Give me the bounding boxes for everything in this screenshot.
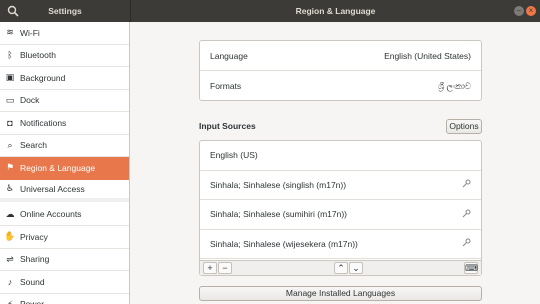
sidebar-item-label: Notifications <box>20 117 67 128</box>
sidebar-item-universal-access[interactable]: ♿ Universal Access <box>0 180 129 202</box>
add-source-button[interactable]: + <box>203 262 217 274</box>
title-bar: Settings Region & Language – × <box>0 0 540 22</box>
power-icon: ⚡ <box>6 298 14 304</box>
sidebar-item-search[interactable]: ⌕ Search <box>0 135 129 157</box>
sidebar-item-label: Sharing <box>20 254 50 265</box>
minimize-button[interactable]: – <box>514 6 524 16</box>
input-source-row[interactable]: English (US) <box>200 141 481 171</box>
privacy-icon: ✋ <box>4 231 16 242</box>
sidebar-item-sharing[interactable]: ⇌ Sharing <box>0 249 129 271</box>
region-icon: ⚑ <box>5 162 15 173</box>
sidebar-item-label: Dock <box>20 95 40 106</box>
sidebar-item-label: Online Accounts <box>20 209 82 220</box>
language-label: Language <box>210 50 248 61</box>
sidebar-item-wifi[interactable]: ≋ Wi-Fi <box>0 22 129 45</box>
background-icon: ▣ <box>5 72 15 83</box>
input-source-name: English (US) <box>210 150 258 161</box>
sidebar-item-label: Background <box>20 72 66 83</box>
wifi-icon: ≋ <box>6 27 14 38</box>
sidebar-item-label: Power <box>20 299 44 304</box>
close-icon: × <box>528 6 534 15</box>
input-source-row[interactable]: Sinhala; Sinhalese (wijesekera (m17n)) <box>200 230 481 259</box>
input-source-row[interactable]: Sinhala; Sinhalese (singlish (m17n)) <box>200 171 481 200</box>
key-icon <box>462 209 471 220</box>
input-source-row[interactable]: Sinhala; Sinhalese (sumihiri (m17n)) <box>200 200 481 230</box>
sidebar-item-label: Sound <box>20 276 45 287</box>
manage-installed-languages-button[interactable]: Manage Installed Languages <box>199 286 482 301</box>
sidebar-item-bluetooth[interactable]: ᛒ Bluetooth <box>0 45 129 67</box>
input-source-name: Sinhala; Sinhalese (singlish (m17n)) <box>210 179 347 190</box>
formats-value: ශ්‍රී ලංකාව <box>438 80 471 91</box>
sidebar-item-label: Region & Language <box>20 162 96 173</box>
sidebar-item-label: Bluetooth <box>20 50 56 61</box>
sidebar-item-notifications[interactable]: ◘ Notifications <box>0 112 129 135</box>
sidebar-item-label: Search <box>20 140 47 151</box>
sidebar-item-dock[interactable]: ▭ Dock <box>0 90 129 112</box>
sidebar-item-power[interactable]: ⚡ Power <box>0 294 129 304</box>
input-sources-toolbar: + − ⌃ ⌄ ⌨ <box>200 260 481 275</box>
settings-sidebar: ≋ Wi-Fi ᛒ Bluetooth ▣ Background ▭ Dock ◘ Notific… <box>0 22 130 304</box>
notifications-icon: ◘ <box>7 117 13 128</box>
sound-icon: ♪ <box>7 276 13 287</box>
input-source-name: Sinhala; Sinhalese (wijesekera (m17n)) <box>210 238 358 249</box>
language-formats-frame: Language English (United States) Formats… <box>199 40 482 101</box>
close-button[interactable]: × <box>526 6 536 16</box>
sidebar-item-sound[interactable]: ♪ Sound <box>0 271 129 294</box>
sidebar-item-label: Universal Access <box>20 183 85 194</box>
input-sources-list: English (US) Sinhala; Sinhalese (singlish… <box>199 140 482 276</box>
search-icon: ⌕ <box>7 139 13 150</box>
key-icon <box>462 238 471 249</box>
universal-access-icon: ♿ <box>5 183 15 194</box>
sidebar-item-online-accounts[interactable]: ☁ Online Accounts <box>0 204 129 226</box>
dock-icon: ▭ <box>5 94 15 105</box>
sidebar-title: Settings <box>48 6 82 16</box>
sidebar-item-region[interactable]: ⚑ Region & Language <box>0 157 129 180</box>
options-button[interactable]: Options <box>446 119 482 134</box>
input-source-name: Sinhala; Sinhalese (sumihiri (m17n)) <box>210 209 348 220</box>
window-title: Region & Language <box>295 6 376 16</box>
sidebar-item-background[interactable]: ▣ Background <box>0 67 129 90</box>
sharing-icon: ⇌ <box>6 253 14 264</box>
move-up-button[interactable]: ⌃ <box>334 262 348 274</box>
sidebar-item-label: Wi-Fi <box>20 27 40 38</box>
move-down-button[interactable]: ⌄ <box>349 262 363 274</box>
minimize-icon: – <box>516 6 522 15</box>
region-language-panel: Language English (United States) Formats… <box>131 22 540 304</box>
key-icon <box>462 179 471 190</box>
language-row[interactable]: Language English (United States) <box>200 41 481 71</box>
sidebar-item-label: Privacy <box>20 231 48 242</box>
online-accounts-icon: ☁ <box>5 208 15 219</box>
sidebar-item-privacy[interactable]: ✋ Privacy <box>0 226 129 249</box>
remove-source-button[interactable]: − <box>218 262 232 274</box>
formats-row[interactable]: Formats ශ්‍රී ලංකාව <box>200 71 481 101</box>
input-sources-title: Input Sources <box>199 121 256 131</box>
language-value: English (United States) <box>384 50 471 61</box>
keyboard-layout-button[interactable]: ⌨ <box>464 262 478 274</box>
bluetooth-icon: ᛒ <box>7 50 13 61</box>
formats-label: Formats <box>210 81 242 91</box>
